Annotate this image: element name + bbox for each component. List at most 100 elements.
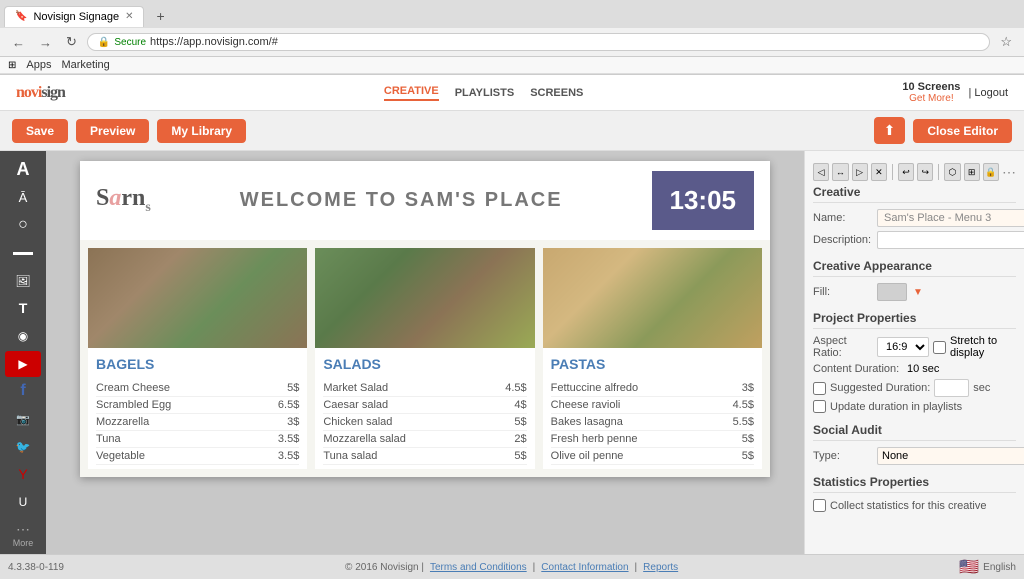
type-input[interactable] bbox=[877, 447, 1024, 465]
secure-text: Secure bbox=[114, 37, 146, 48]
mini-toolbar: ◁ ↔ ▷ ✕ ↩ ↪ ⬡ ⊞ 🔒 ⋯ bbox=[813, 159, 1016, 185]
desc-field-row: Description: bbox=[813, 231, 1016, 249]
instagram-tool[interactable]: 📷 bbox=[5, 406, 41, 432]
name-field-row: Name: bbox=[813, 209, 1016, 227]
item-price: 5$ bbox=[742, 433, 754, 445]
content-duration-row: Content Duration: 10 sec bbox=[813, 363, 1016, 375]
new-tab-button[interactable]: + bbox=[148, 4, 172, 28]
text-box-tool[interactable]: T bbox=[5, 295, 41, 321]
url-bar[interactable]: 🔒 Secure https://app.novisign.com/# bbox=[87, 33, 990, 51]
clock-tool[interactable]: U bbox=[5, 489, 41, 515]
social-title: Social Audit bbox=[813, 423, 1016, 441]
separator2: | bbox=[635, 562, 638, 573]
list-item: Vegetable3.5$ bbox=[96, 448, 299, 465]
copyright-text: © 2016 Novisign | bbox=[345, 562, 424, 573]
desc-input[interactable] bbox=[877, 231, 1024, 249]
youtube-tool[interactable]: ▶ bbox=[5, 351, 41, 377]
nav-screens[interactable]: SCREENS bbox=[530, 87, 583, 99]
preview-button[interactable]: Preview bbox=[76, 119, 149, 143]
close-editor-button[interactable]: Close Editor bbox=[913, 119, 1012, 143]
canvas: Sarns WELCOME TO SAM'S PLACE 13:05 BAGEL… bbox=[80, 161, 770, 477]
star-button[interactable]: ☆ bbox=[996, 32, 1016, 52]
text-style-tool[interactable]: Ā bbox=[5, 185, 41, 211]
aspect-label: Aspect Ratio: bbox=[813, 335, 873, 359]
version-text: 4.3.38-0-119 bbox=[8, 562, 64, 573]
stretch-checkbox[interactable] bbox=[933, 341, 946, 354]
item-name: Tuna bbox=[96, 433, 121, 445]
expand-btn[interactable]: ⋯ bbox=[1002, 164, 1016, 181]
y-tool[interactable]: Y bbox=[5, 462, 41, 488]
main-content: A Ā ○ ▬▬ 🖼 T ◉ ▶ f 📷 🐦 Y U ⋯ More bbox=[0, 151, 1024, 554]
lock-btn[interactable]: 🔒 bbox=[983, 163, 999, 181]
bookmark-marketing[interactable]: Marketing bbox=[61, 59, 109, 71]
item-name: Mozzarella bbox=[96, 416, 149, 428]
grid-btn[interactable]: ⊞ bbox=[964, 163, 980, 181]
list-item: Fettuccine alfredo3$ bbox=[551, 380, 754, 397]
back-button[interactable]: ← bbox=[8, 33, 29, 52]
content-value: 10 sec bbox=[907, 363, 939, 375]
toolbar-right: ⬆ Close Editor bbox=[874, 117, 1012, 144]
redo-btn[interactable]: ↪ bbox=[917, 163, 933, 181]
upload-button[interactable]: ⬆ bbox=[874, 117, 906, 144]
pastas-title: PASTAS bbox=[543, 348, 762, 376]
aspect-select[interactable]: 16:9 4:3 9:16 bbox=[877, 337, 929, 357]
item-name: Scrambled Egg bbox=[96, 399, 171, 411]
content-label: Content Duration: bbox=[813, 363, 903, 375]
bookmark-apps[interactable]: Apps bbox=[26, 59, 51, 71]
refresh-button[interactable]: ↻ bbox=[62, 32, 81, 52]
align-left-btn[interactable]: ◁ bbox=[813, 163, 829, 181]
delete-btn[interactable]: ✕ bbox=[871, 163, 887, 181]
logout-link[interactable]: | Logout bbox=[968, 87, 1008, 99]
image-tool[interactable]: 🖼 bbox=[5, 268, 41, 294]
terms-link[interactable]: Terms and Conditions bbox=[430, 562, 527, 573]
text-tool[interactable]: A bbox=[5, 157, 41, 183]
fill-label: Fill: bbox=[813, 286, 873, 298]
fill-swatch[interactable] bbox=[877, 283, 907, 301]
bagels-title: BAGELS bbox=[88, 348, 307, 376]
forward-button[interactable]: → bbox=[35, 33, 56, 52]
canvas-area: Sarns WELCOME TO SAM'S PLACE 13:05 BAGEL… bbox=[46, 151, 804, 554]
salad-image bbox=[315, 248, 534, 348]
twitter-tool[interactable]: 🐦 bbox=[5, 434, 41, 460]
get-more-link[interactable]: Get More! bbox=[902, 93, 960, 104]
nav-creative[interactable]: CREATIVE bbox=[384, 85, 439, 101]
item-price: 4.5$ bbox=[733, 399, 754, 411]
more-tools[interactable]: ⋯ More bbox=[13, 521, 34, 548]
logo-text: novisign bbox=[16, 84, 65, 102]
salads-title: SALADS bbox=[315, 348, 534, 376]
circle-tool[interactable]: ○ bbox=[5, 212, 41, 238]
suggested-checkbox[interactable] bbox=[813, 382, 826, 395]
reports-link[interactable]: Reports bbox=[643, 562, 678, 573]
toolbar-left: Save Preview My Library bbox=[12, 119, 246, 143]
browser-tab[interactable]: 🔖 Novisign Signage ✕ bbox=[4, 6, 144, 27]
name-input[interactable] bbox=[877, 209, 1024, 227]
item-name: Fettuccine alfredo bbox=[551, 382, 638, 394]
header-right: 10 Screens Get More! | Logout bbox=[902, 81, 1008, 104]
save-button[interactable]: Save bbox=[12, 119, 68, 143]
aspect-row: Aspect Ratio: 16:9 4:3 9:16 Stretch to d… bbox=[813, 335, 1016, 359]
fill-dropdown-arrow[interactable]: ▼ bbox=[913, 287, 923, 298]
more-label: More bbox=[13, 538, 34, 548]
align-right-btn[interactable]: ▷ bbox=[852, 163, 868, 181]
fill-row: ▼ bbox=[877, 283, 923, 301]
list-item: Bakes lasagna5.5$ bbox=[551, 414, 754, 431]
video-tool[interactable]: ▬▬ bbox=[5, 240, 41, 266]
screen-count: 10 Screens Get More! bbox=[902, 81, 960, 104]
suggested-input[interactable] bbox=[934, 379, 969, 397]
browser-chrome: 🔖 Novisign Signage ✕ + ← → ↻ 🔒 Secure ht… bbox=[0, 0, 1024, 75]
list-item: Fresh herb penne5$ bbox=[551, 431, 754, 448]
facebook-tool[interactable]: f bbox=[5, 379, 41, 405]
my-library-button[interactable]: My Library bbox=[157, 119, 246, 143]
update-checkbox[interactable] bbox=[813, 400, 826, 413]
collect-checkbox[interactable] bbox=[813, 499, 826, 512]
align-center-btn[interactable]: ↔ bbox=[832, 163, 848, 181]
rss-tool[interactable]: ◉ bbox=[5, 323, 41, 349]
undo-btn[interactable]: ↩ bbox=[898, 163, 914, 181]
contact-link[interactable]: Contact Information bbox=[541, 562, 628, 573]
item-price: 5$ bbox=[514, 450, 526, 462]
project-title: Project Properties bbox=[813, 311, 1016, 329]
arrange-btn[interactable]: ⬡ bbox=[944, 163, 960, 181]
tab-close-button[interactable]: ✕ bbox=[125, 11, 133, 22]
list-item: Tuna3.5$ bbox=[96, 431, 299, 448]
nav-playlists[interactable]: PLAYLISTS bbox=[455, 87, 515, 99]
